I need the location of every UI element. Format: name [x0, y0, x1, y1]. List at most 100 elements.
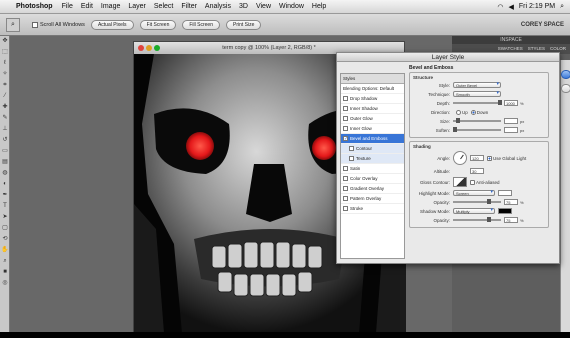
pen-tool-icon[interactable]: ✒ [1, 191, 9, 199]
marquee-tool-icon[interactable]: ⬚ [1, 48, 9, 56]
style-checkbox[interactable] [343, 186, 348, 191]
ok-button[interactable] [561, 70, 570, 79]
style-item-satin[interactable]: Satin [341, 164, 404, 174]
gradient-tool-icon[interactable]: ▤ [1, 158, 9, 166]
global-light-checkbox[interactable] [487, 155, 492, 161]
highlight-mode-select[interactable]: Screen [453, 190, 495, 196]
soften-input[interactable] [504, 127, 518, 133]
style-item-gradient-overlay[interactable]: Gradient Overlay [341, 184, 404, 194]
direction-down-radio[interactable] [470, 109, 476, 115]
print-size-button[interactable]: Print Size [225, 19, 262, 30]
shadow-color-swatch[interactable] [498, 208, 512, 214]
angle-dial[interactable] [453, 151, 467, 165]
soften-slider-handle[interactable] [453, 127, 458, 132]
zoom-icon[interactable] [154, 45, 160, 51]
healing-tool-icon[interactable]: ✚ [1, 103, 9, 111]
fill-screen-button[interactable]: Fill Screen [182, 19, 220, 30]
menu-edit[interactable]: Edit [81, 3, 93, 10]
style-checkbox[interactable] [343, 176, 348, 181]
menu-window[interactable]: Window [279, 3, 304, 10]
style-item-color-overlay[interactable]: Color Overlay [341, 174, 404, 184]
style-checkbox[interactable] [343, 106, 348, 111]
checkbox-box[interactable] [32, 21, 38, 28]
style-checkbox[interactable] [349, 156, 354, 161]
style-item-texture[interactable]: Texture [341, 154, 404, 164]
size-slider-handle[interactable] [455, 118, 460, 123]
close-icon[interactable] [138, 45, 144, 51]
zoom-tool-icon[interactable]: ⌕ [1, 257, 9, 265]
minimize-icon[interactable] [146, 45, 152, 51]
move-tool-icon[interactable]: ✥ [1, 37, 9, 45]
fit-screen-button[interactable]: Fit Screen [139, 19, 177, 30]
shadow-mode-select[interactable]: Multiply [453, 208, 495, 214]
style-item-blending-options[interactable]: Blending Options: Default [341, 84, 404, 94]
collapsed-panels-strip[interactable] [560, 60, 570, 332]
brush-tool-icon[interactable]: ✎ [1, 114, 9, 122]
magic-wand-tool-icon[interactable]: ✧ [1, 70, 9, 78]
lasso-tool-icon[interactable]: ℓ [1, 59, 9, 67]
menu-analysis[interactable]: Analysis [205, 3, 231, 10]
size-input[interactable] [504, 118, 518, 124]
wifi-icon[interactable]: ◠ [497, 3, 503, 11]
cancel-button[interactable] [561, 84, 570, 93]
shape-tool-icon[interactable]: ▢ [1, 224, 9, 232]
menu-select[interactable]: Select [154, 3, 173, 10]
highlight-opacity-input[interactable]: 75 [504, 199, 518, 205]
style-checkbox[interactable]: ✓ [343, 136, 348, 142]
menu-image[interactable]: Image [101, 3, 120, 10]
style-item-stroke[interactable]: Stroke [341, 204, 404, 214]
hand-tool-icon[interactable]: ✋ [1, 246, 9, 254]
highlight-color-swatch[interactable] [498, 190, 512, 196]
style-item-inner-shadow[interactable]: Inner Shadow [341, 104, 404, 114]
clone-stamp-tool-icon[interactable]: ⊥ [1, 125, 9, 133]
quick-mask-icon[interactable]: ◎ [1, 279, 9, 287]
depth-slider[interactable] [453, 100, 503, 105]
blur-tool-icon[interactable]: ◍ [1, 169, 9, 177]
menu-3d[interactable]: 3D [239, 3, 248, 10]
menu-layer[interactable]: Layer [128, 3, 146, 10]
shadow-opacity-slider[interactable] [453, 217, 501, 222]
size-slider[interactable] [453, 118, 501, 123]
actual-pixels-button[interactable]: Actual Pixels [90, 19, 134, 30]
technique-select[interactable]: Smooth [453, 91, 501, 97]
style-checkbox[interactable] [343, 206, 348, 211]
path-selection-tool-icon[interactable]: ➤ [1, 213, 9, 221]
volume-icon[interactable]: ◀ [509, 3, 514, 11]
3d-rotate-tool-icon[interactable]: ⟲ [1, 235, 9, 243]
style-checkbox[interactable] [343, 166, 348, 171]
style-checkbox[interactable] [343, 126, 348, 131]
soften-slider[interactable] [453, 127, 501, 132]
menu-app-name[interactable]: Photoshop [16, 3, 53, 10]
anti-aliased-checkbox[interactable] [470, 179, 475, 185]
style-checkbox[interactable] [349, 146, 354, 151]
style-item-bevel-emboss[interactable]: ✓ Bevel and Emboss [341, 134, 404, 144]
type-tool-icon[interactable]: T [1, 202, 9, 210]
eyedropper-tool-icon[interactable]: ⁄ [1, 92, 9, 100]
direction-up-radio[interactable] [456, 109, 461, 115]
style-checkbox[interactable] [343, 196, 348, 201]
style-item-drop-shadow[interactable]: Drop Shadow [341, 94, 404, 104]
clock[interactable]: Fri 2:19 PM [519, 3, 555, 10]
styles-list-header[interactable]: Styles [341, 74, 404, 84]
style-item-outer-glow[interactable]: Outer Glow [341, 114, 404, 124]
shadow-opacity-input[interactable]: 75 [504, 217, 518, 223]
style-checkbox[interactable] [343, 116, 348, 121]
spotlight-icon[interactable]: ⌕ [560, 3, 564, 11]
highlight-opacity-slider[interactable] [453, 199, 501, 204]
gloss-contour-picker[interactable] [453, 177, 467, 187]
depth-slider-handle[interactable] [498, 100, 503, 105]
menu-view[interactable]: View [256, 3, 271, 10]
style-checkbox[interactable] [343, 96, 348, 101]
foreground-color-icon[interactable]: ■ [1, 268, 9, 276]
menu-file[interactable]: File [62, 3, 73, 10]
style-item-pattern-overlay[interactable]: Pattern Overlay [341, 194, 404, 204]
zoom-tool-icon[interactable]: ⌕ [6, 17, 20, 32]
workspace-switcher[interactable]: COREY SPACE [521, 22, 564, 28]
style-select[interactable]: Outer Bevel [453, 82, 501, 88]
scroll-all-windows-checkbox[interactable]: Scroll All Windows [32, 21, 85, 28]
crop-tool-icon[interactable]: ⌗ [1, 81, 9, 89]
style-item-inner-glow[interactable]: Inner Glow [341, 124, 404, 134]
history-brush-tool-icon[interactable]: ↺ [1, 136, 9, 144]
menu-help[interactable]: Help [312, 3, 326, 10]
highlight-opacity-handle[interactable] [487, 199, 491, 204]
